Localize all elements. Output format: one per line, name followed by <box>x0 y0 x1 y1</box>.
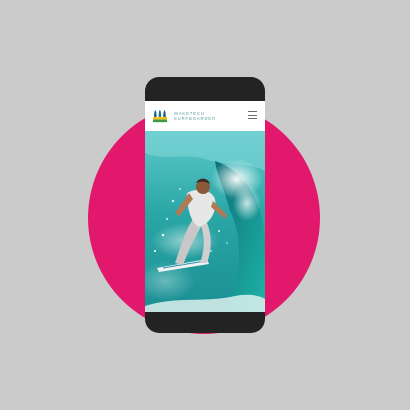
brand-name[interactable]: WAKETECH SURFBOARDER <box>174 111 216 121</box>
menu-line <box>248 118 257 119</box>
surfboards-logo-icon[interactable] <box>152 109 168 123</box>
menu-line <box>248 114 257 116</box>
site-header: WAKETECH SURFBOARDER <box>145 101 265 131</box>
hamburger-menu-icon[interactable] <box>248 111 257 120</box>
stage: WAKETECH SURFBOARDER <box>0 0 410 410</box>
menu-line <box>248 111 257 112</box>
phone-mockup: WAKETECH SURFBOARDER <box>145 77 265 333</box>
hero-surf-image <box>145 131 265 312</box>
surfer-riding-wave-photo <box>145 131 265 312</box>
brand-line-2: SURFBOARDER <box>174 116 217 121</box>
